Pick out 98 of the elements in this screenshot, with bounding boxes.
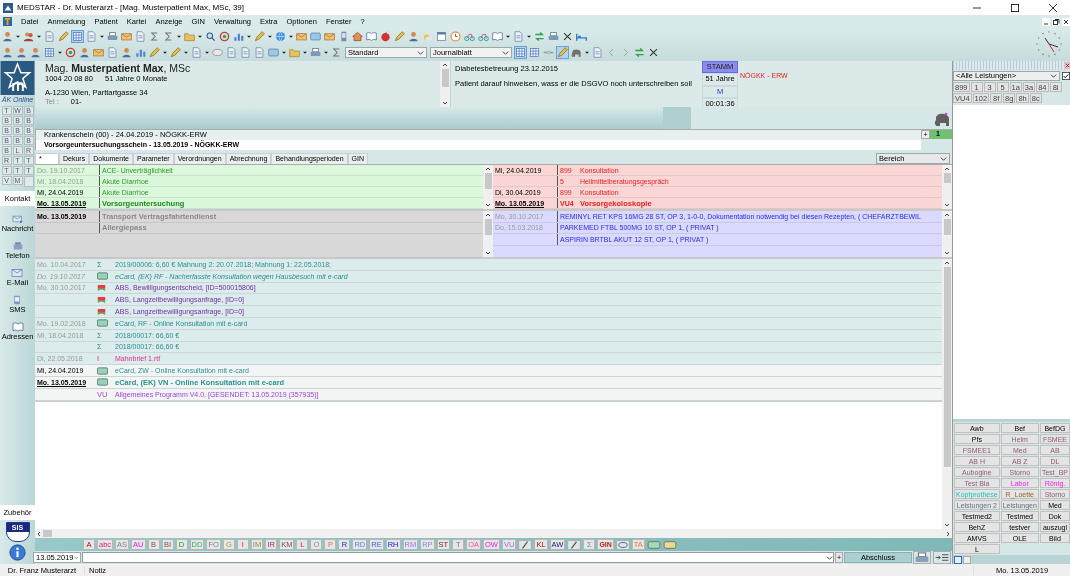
scroll-thumb[interactable] [441, 69, 449, 87]
card-icon [97, 366, 108, 375]
scrollbar[interactable] [440, 61, 450, 107]
envelope-icon[interactable] [121, 30, 132, 42]
envelope-icon[interactable] [324, 30, 335, 42]
close-icon[interactable] [562, 30, 573, 42]
checkbox[interactable] [1062, 71, 1070, 80]
document-icon[interactable] [254, 47, 265, 59]
scroll-down-icon[interactable] [943, 249, 951, 257]
printer-icon[interactable] [913, 551, 931, 564]
entry-input[interactable] [82, 552, 834, 563]
app-icon[interactable] [3, 17, 12, 26]
horizontal-scrollbar[interactable] [35, 529, 952, 538]
scroll-thumb[interactable] [43, 530, 52, 537]
pen-icon[interactable] [567, 539, 582, 550]
window-title: MEDSTAR - Dr. Musterarzt - [Mag. Musterpatient Max, MSc, 39] [17, 3, 244, 12]
people-icon[interactable] [23, 30, 34, 42]
telephone-icon[interactable] [11, 241, 24, 251]
scroll-up-icon[interactable] [484, 211, 492, 219]
close-icon[interactable] [1062, 17, 1070, 26]
disc-icon[interactable] [615, 539, 630, 550]
person-icon[interactable] [121, 47, 132, 59]
clock-icon [1034, 29, 1064, 59]
pencil-icon[interactable] [557, 47, 568, 59]
scrollbar[interactable] [942, 259, 952, 529]
elephant-icon[interactable] [934, 111, 950, 127]
scrollbar[interactable] [483, 165, 493, 209]
scroll-left-icon[interactable] [35, 529, 43, 538]
scroll-up-icon[interactable] [943, 165, 951, 173]
calendar-icon[interactable] [436, 30, 447, 42]
grid-icon[interactable] [72, 30, 83, 42]
document-icon[interactable] [226, 47, 237, 59]
card-icon[interactable] [646, 539, 661, 550]
scroll-down-icon[interactable] [943, 201, 951, 209]
envelope-icon[interactable] [93, 47, 104, 59]
document-icon[interactable] [240, 47, 251, 59]
person-icon[interactable] [2, 47, 13, 59]
grid-icon[interactable] [44, 47, 55, 59]
person-icon[interactable] [16, 47, 27, 59]
house-icon[interactable] [352, 30, 363, 42]
person-icon[interactable] [408, 30, 419, 42]
target-icon[interactable] [65, 47, 76, 59]
clock-icon[interactable] [450, 30, 461, 42]
scroll-down-icon[interactable] [484, 249, 492, 257]
scroll-down-icon[interactable] [441, 99, 449, 107]
pencil-icon[interactable] [58, 30, 69, 42]
person-icon[interactable] [2, 30, 13, 42]
scroll-thumb[interactable] [484, 219, 492, 235]
header-band-block [663, 107, 691, 129]
apple-icon[interactable] [380, 30, 391, 42]
scroll-up-icon[interactable] [441, 61, 449, 69]
chart-icon[interactable] [135, 47, 146, 59]
grid-icon[interactable] [515, 47, 526, 59]
document-icon[interactable] [107, 47, 118, 59]
list-indent-icon[interactable] [933, 551, 951, 564]
close-icon[interactable] [648, 47, 659, 59]
gin-icon [97, 307, 106, 316]
scroll-up-icon[interactable] [943, 211, 951, 219]
restore-icon[interactable] [1052, 17, 1060, 26]
info-icon[interactable] [9, 544, 26, 561]
search-icon[interactable] [205, 30, 216, 42]
person-icon[interactable] [30, 47, 41, 59]
scroll-down-icon[interactable] [943, 521, 951, 529]
elephant-icon[interactable] [571, 47, 582, 59]
card-icon [97, 319, 108, 328]
target-icon[interactable] [219, 30, 230, 42]
star-logo [0, 61, 35, 95]
scrollbar[interactable] [942, 165, 952, 209]
scroll-up-icon[interactable] [943, 259, 951, 267]
pen-icon[interactable] [518, 539, 533, 550]
gin-icon [97, 295, 106, 304]
patient-name: Mag. Musterpatient Max, MSc [45, 62, 192, 74]
close-icon[interactable] [1049, 3, 1057, 12]
maximize-icon[interactable] [1011, 3, 1019, 12]
scrollbar[interactable] [942, 211, 952, 257]
scroll-up-icon[interactable] [484, 165, 492, 173]
envelope-icon[interactable] [11, 268, 24, 278]
scroll-thumb[interactable] [484, 173, 492, 189]
phone-icon[interactable] [338, 30, 349, 42]
scroll-down-icon[interactable] [484, 201, 492, 209]
scroll-thumb[interactable] [943, 219, 951, 235]
gin-icon [97, 284, 106, 292]
scrollbar[interactable] [483, 211, 493, 257]
card-icon[interactable] [310, 30, 321, 42]
pencil-icon[interactable] [394, 30, 405, 42]
scroll-right-icon[interactable] [944, 529, 952, 538]
card-icon [97, 272, 108, 281]
book-icon[interactable] [366, 30, 377, 42]
sum-icon[interactable] [149, 30, 160, 42]
person-icon[interactable] [79, 47, 90, 59]
card-icon[interactable] [662, 539, 677, 550]
grid-icon[interactable] [529, 47, 540, 59]
envelope-icon[interactable] [11, 214, 24, 224]
scroll-thumb[interactable] [943, 267, 951, 467]
document-icon[interactable] [135, 30, 146, 42]
book-icon[interactable] [11, 322, 24, 332]
scroll-thumb[interactable] [943, 173, 951, 183]
card-icon [97, 378, 108, 387]
